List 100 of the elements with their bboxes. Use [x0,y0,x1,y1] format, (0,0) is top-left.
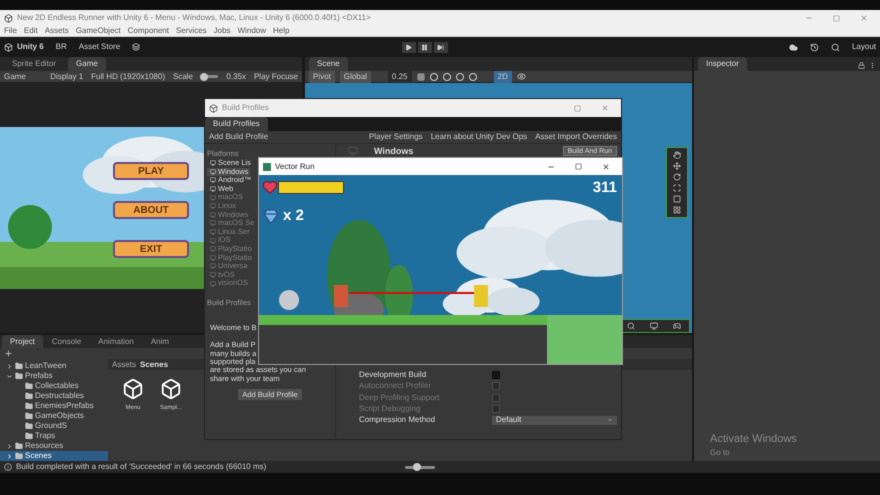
slider-thumb[interactable] [413,463,421,471]
folder-row[interactable]: Prefabs [0,371,108,381]
menu-button[interactable]: EXIT [113,240,189,258]
tool-icon[interactable] [650,322,658,330]
tool-icon[interactable] [673,184,681,192]
search-icon[interactable] [830,42,840,52]
history-icon[interactable] [810,42,819,52]
scene-asset-icon[interactable] [160,378,182,400]
platform-icon [210,280,216,287]
folder-row[interactable]: GameObjects [0,411,108,421]
pivot-dropdown[interactable]: Pivot [309,70,335,82]
folder-row[interactable]: Scenes [0,451,108,461]
platform-icon [210,203,216,210]
folder-icon [25,382,33,390]
checkbox[interactable] [492,371,500,380]
lock-icon[interactable] [858,62,865,69]
compression-dropdown[interactable]: Default [492,416,617,425]
user-button[interactable]: BR [56,41,67,53]
menu-item[interactable]: Jobs [214,25,231,37]
platform-icon [210,186,216,192]
caret-icon[interactable] [6,372,13,380]
status-message: Build completed with a result of 'Succeeded' in 66 seconds (66010 ms) [16,461,268,473]
display-dropdown[interactable]: Display 1 [50,70,84,82]
play-mode-dropdown[interactable]: Play Focuse [254,70,298,82]
header-link[interactable]: Player Settings [368,131,423,143]
tool-icon[interactable] [673,151,681,159]
gem-icon [263,208,279,224]
menu-item[interactable]: Edit [24,25,38,37]
mode-2d-toggle[interactable]: 2D [494,70,512,82]
caret-icon[interactable] [6,442,13,450]
global-dropdown[interactable]: Global [340,70,371,82]
breadcrumb-item[interactable]: Scenes [140,358,168,370]
menu-item[interactable]: File [4,25,17,37]
add-icon[interactable] [4,349,13,358]
scene-asset-icon[interactable] [122,378,144,400]
close-icon[interactable] [602,162,610,170]
layout-button[interactable]: Layout [852,41,876,53]
panel-tab[interactable]: Game [68,57,106,71]
snap-value: 0.25 [388,70,412,82]
setting-label: Script Debugging [359,403,422,416]
folder-row[interactable]: LeanTween [0,361,108,371]
folder-icon [25,432,33,440]
menu-item[interactable]: Services [176,25,207,37]
platform-icon [210,246,216,252]
platform-icon [210,254,216,261]
folder-row[interactable]: Collectables [0,381,108,391]
window-title: Vector Run [275,160,316,172]
visibility-icon[interactable] [516,72,526,81]
menu-item[interactable]: Window [238,25,266,37]
setting-label: Compression Method [359,414,436,426]
folder-icon [15,372,23,380]
slider[interactable] [201,72,218,80]
panel-tab[interactable]: Scene [309,57,348,71]
slider[interactable] [405,463,435,471]
menu-button[interactable]: ABOUT [113,201,189,219]
play-button[interactable] [402,42,416,52]
folder-row[interactable]: Traps [0,431,108,441]
menu-item[interactable]: GameObject [76,25,121,37]
more-icon[interactable] [869,62,876,69]
tool-icon[interactable] [673,322,682,330]
tool-icon[interactable] [673,162,681,170]
platform-icon [210,263,216,270]
folder-row[interactable]: EnemiesPrefabs [0,401,108,411]
menu-item[interactable]: Assets [44,25,69,37]
pause-button[interactable] [418,42,432,52]
header-link[interactable]: Asset Import Overrides [535,131,617,143]
view-dropdown[interactable]: Game [4,70,42,82]
caret-icon[interactable] [6,452,13,460]
caret-icon[interactable] [6,362,13,370]
folder-icon [25,392,33,400]
menu-item[interactable]: Help [273,25,290,37]
account-button[interactable]: Unity 6 [4,41,44,53]
resolution-dropdown[interactable]: Full HD (1920x1080) [91,70,165,82]
tool-icon[interactable] [673,195,681,203]
header-link[interactable]: Learn about Unity Dev Ops [430,131,528,143]
info-icon [4,463,12,471]
slider-thumb[interactable] [200,72,208,80]
menu-button[interactable]: PLAY [113,162,189,180]
folder-row[interactable]: Destructables [0,391,108,401]
tool-icon[interactable] [673,206,681,214]
asset-store-button[interactable]: Asset Store [78,41,120,53]
tool-icon[interactable] [673,173,681,181]
panel-tab[interactable]: Inspector [698,57,747,71]
folder-row[interactable]: Resources [0,441,108,451]
app-icon [4,14,13,22]
window-tab[interactable]: Build Profiles [205,117,268,131]
step-button[interactable] [434,42,448,52]
setting-label: Deep Profiling Support [359,392,440,404]
cloud-icon[interactable] [788,42,798,52]
folder-row[interactable]: GroundS [0,421,108,431]
folder-icon [15,362,23,370]
add-build-profile-button[interactable]: Add Build Profile [209,131,361,143]
maximize-icon[interactable] [575,163,582,170]
grid-icon[interactable] [416,72,424,80]
panel-tab[interactable]: Project [2,335,43,348]
platform-icon [210,168,216,175]
app-icon [263,162,271,170]
breadcrumb-item[interactable]: Assets [112,358,136,370]
menu-item[interactable]: Component [128,25,169,37]
tool-icon[interactable] [626,322,635,330]
